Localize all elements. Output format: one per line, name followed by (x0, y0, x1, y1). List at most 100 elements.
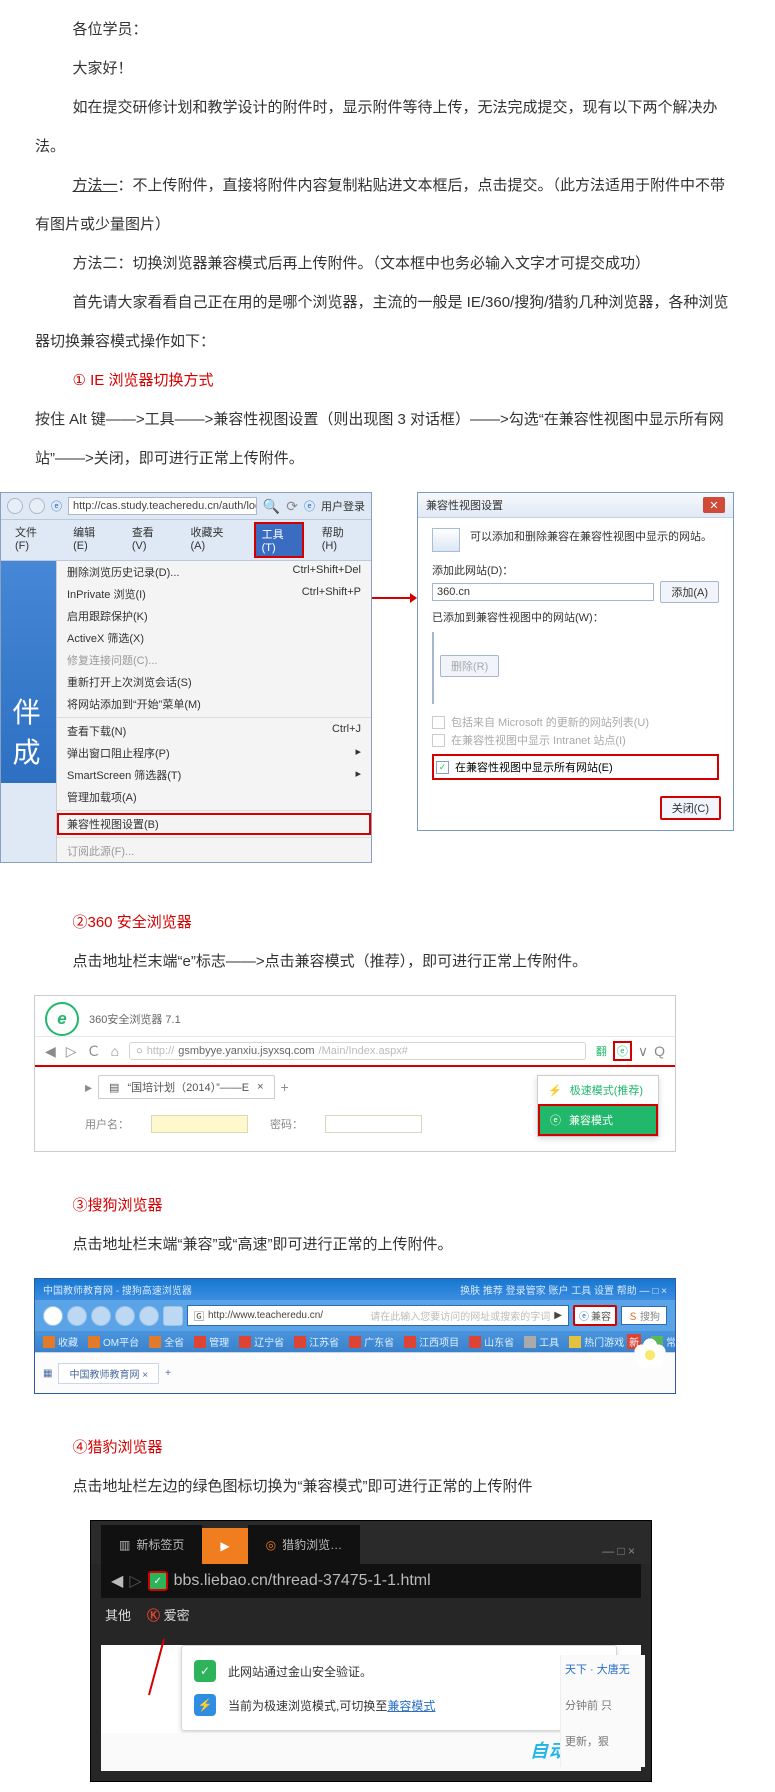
compat-mode-option[interactable]: 兼容模式 (538, 1104, 658, 1136)
bookmark-item[interactable]: 全省 (149, 1334, 184, 1349)
bm-item[interactable]: Ⓚ 爱密 (147, 1605, 190, 1624)
heading-sogou: ③搜狗浏览器 (35, 1186, 740, 1225)
home-icon[interactable] (139, 1306, 159, 1326)
new-tab-icon[interactable]: + (281, 1079, 289, 1095)
forward-icon[interactable]: ▷ (129, 1571, 141, 1591)
bookmark-icon (404, 1336, 416, 1348)
back-icon[interactable]: ◀ (45, 1043, 56, 1060)
username-input[interactable] (151, 1115, 248, 1133)
menu-item[interactable]: SmartScreen 筛选器(T)▸ (57, 764, 371, 786)
tab-list-icon[interactable]: ▦ (43, 1368, 52, 1379)
tab-close-icon[interactable]: × (257, 1081, 263, 1093)
password-input[interactable] (325, 1115, 422, 1133)
menu-tools[interactable]: 工具(T) (254, 522, 304, 558)
compat-mode-link[interactable]: 兼容模式 (387, 1699, 435, 1713)
tab-list-icon[interactable]: ▸ (85, 1079, 92, 1096)
compat-toggle[interactable]: ⓔ兼容 (573, 1305, 617, 1326)
back-icon[interactable]: ◀ (111, 1571, 123, 1591)
address-bar[interactable]: http://cas.study.teacheredu.cn/auth/logi… (68, 497, 257, 515)
menu-item[interactable]: 兼容性视图设置(B) (57, 813, 371, 835)
translate-icon[interactable]: 翻 (596, 1043, 607, 1059)
menu-favorites[interactable]: 收藏夹(A) (185, 522, 242, 558)
compat-mode-label: 兼容模式 (569, 1112, 613, 1128)
refresh-icon[interactable] (115, 1306, 135, 1326)
forward-icon[interactable] (29, 498, 45, 514)
bookmark-item[interactable]: 江苏省 (294, 1334, 339, 1349)
tab-title[interactable]: 用户登录 (321, 498, 365, 514)
go-icon[interactable]: ▶ (554, 1310, 562, 1321)
tab-title: 新标签页 (136, 1536, 184, 1553)
checkbox-icon[interactable] (432, 716, 445, 729)
menu-item[interactable]: 删除浏览历史记录(D)...Ctrl+Shift+Del (57, 561, 371, 583)
menu-file[interactable]: 文件(F) (9, 522, 55, 558)
checkbox-icon[interactable] (436, 761, 449, 774)
bookmark-item[interactable]: 热门游戏新 (569, 1334, 641, 1349)
active-tab[interactable]: ▶ (202, 1528, 247, 1564)
browser-tab[interactable]: 中国教师教育网 × (58, 1363, 159, 1384)
bookmark-item[interactable]: 江西项目 (404, 1334, 459, 1349)
security-shield-icon[interactable]: ✓ (148, 1571, 168, 1591)
bookmark-item[interactable]: 广东省 (349, 1334, 394, 1349)
menu-item[interactable]: InPrivate 浏览(I)Ctrl+Shift+P (57, 583, 371, 605)
menu-item[interactable]: ActiveX 筛选(X) (57, 627, 371, 649)
delete-button[interactable]: 删除(R) (440, 655, 499, 677)
bookmarks-bar: 其他 Ⓚ 爱密 (91, 1598, 651, 1631)
fast-mode-option[interactable]: 极速模式(推荐) (538, 1076, 658, 1104)
menu-item[interactable]: 启用跟踪保护(K) (57, 605, 371, 627)
bookmark-item[interactable]: OM平台 (88, 1334, 139, 1349)
address-bar[interactable]: 🄶 http://www.teacheredu.cn/ 请在此输入您要访问的网址… (187, 1305, 569, 1326)
add-button[interactable]: 添加(A) (660, 581, 719, 603)
add-site-input[interactable]: 360.cn (432, 583, 654, 601)
refresh-icon[interactable]: ⟳ (286, 498, 298, 515)
menu-item[interactable]: 将网站添加到“开始”菜单(M) (57, 693, 371, 715)
close-button[interactable]: 关闭(C) (660, 796, 721, 820)
search-icon[interactable]: 🔍 (263, 498, 280, 515)
menu-item[interactable]: 订阅此源(F)... (57, 840, 371, 862)
menu-help[interactable]: 帮助(H) (316, 522, 363, 558)
window-controls[interactable]: 换肤 推荐 登录管家 账户 工具 设置 帮助 — □ × (460, 1282, 667, 1297)
address-bar[interactable]: ◀ ▷ ✓ bbs.liebao.cn/thread-37475-1-1.htm… (101, 1564, 641, 1598)
menu-item[interactable]: 弹出窗口阻止程序(P)▸ (57, 742, 371, 764)
bm-other[interactable]: 其他 (105, 1605, 131, 1624)
forward-icon[interactable]: ▷ (66, 1043, 77, 1060)
new-tab-icon[interactable]: + (165, 1368, 171, 1379)
compat-mode-icon[interactable]: ⓔ (613, 1041, 632, 1061)
method-1: 方法一：不上传附件，直接将附件内容复制粘贴进文本框后，点击提交。（此方法适用于附… (35, 166, 740, 244)
url-path: /Main/Index.aspx# (319, 1045, 408, 1057)
dropdown-icon[interactable]: ∨ (638, 1043, 648, 1060)
star-icon[interactable] (163, 1306, 183, 1326)
browser-tab[interactable]: ▤ “国培计划（2014）”——E × (98, 1075, 274, 1099)
tab-close-icon[interactable]: × (142, 1370, 148, 1381)
site-list[interactable] (432, 632, 434, 704)
refresh-icon[interactable]: Ｃ (87, 1041, 101, 1061)
browser-tab[interactable]: ◎猎豹浏览… (248, 1525, 361, 1564)
back-icon[interactable] (7, 498, 23, 514)
sogou-icon: Ｓ (628, 1308, 638, 1323)
window-controls[interactable]: — □ × (596, 1538, 641, 1564)
bookmark-item[interactable]: 收藏 (43, 1334, 78, 1349)
menu-item[interactable]: 重新打开上次浏览会话(S) (57, 671, 371, 693)
search-engine[interactable]: Ｓ搜狗 (621, 1306, 667, 1325)
checkbox-icon[interactable] (432, 734, 445, 747)
bookmark-item[interactable]: 管理 (194, 1334, 229, 1349)
bookmark-icon (43, 1336, 55, 1348)
back-icon[interactable] (67, 1306, 87, 1326)
address-bar[interactable]: ○ http://gsmbyye.yanxiu.jsyxsq.com/Main/… (129, 1042, 586, 1060)
menu-item[interactable]: 修复连接问题(C)... (57, 649, 371, 671)
ie-menubar: 文件(F) 编辑(E) 查看(V) 收藏夹(A) 工具(T) 帮助(H) (1, 520, 371, 561)
home-icon[interactable]: ⌂ (111, 1043, 119, 1059)
bookmark-item[interactable]: 工具 (524, 1334, 559, 1349)
menu-item[interactable]: 查看下载(N)Ctrl+J (57, 720, 371, 742)
screenshot-liebao: ▥新标签页 ▶ ◎猎豹浏览… — □ × ◀ ▷ ✓ bbs.liebao.cn… (90, 1520, 652, 1782)
close-icon[interactable]: ✕ (703, 497, 725, 513)
password-label: 密码： (270, 1116, 303, 1132)
forward-icon[interactable] (91, 1306, 111, 1326)
menu-item[interactable]: 管理加载项(A) (57, 786, 371, 808)
new-tab[interactable]: ▥新标签页 (101, 1525, 202, 1564)
bookmark-item[interactable]: 辽宁省 (239, 1334, 284, 1349)
search-icon[interactable]: Q (654, 1043, 665, 1059)
menu-edit[interactable]: 编辑(E) (67, 522, 114, 558)
menu-view[interactable]: 查看(V) (126, 522, 173, 558)
chk-all-sites: 在兼容性视图中显示所有网站(E) (455, 759, 613, 775)
bookmark-item[interactable]: 山东省 (469, 1334, 514, 1349)
